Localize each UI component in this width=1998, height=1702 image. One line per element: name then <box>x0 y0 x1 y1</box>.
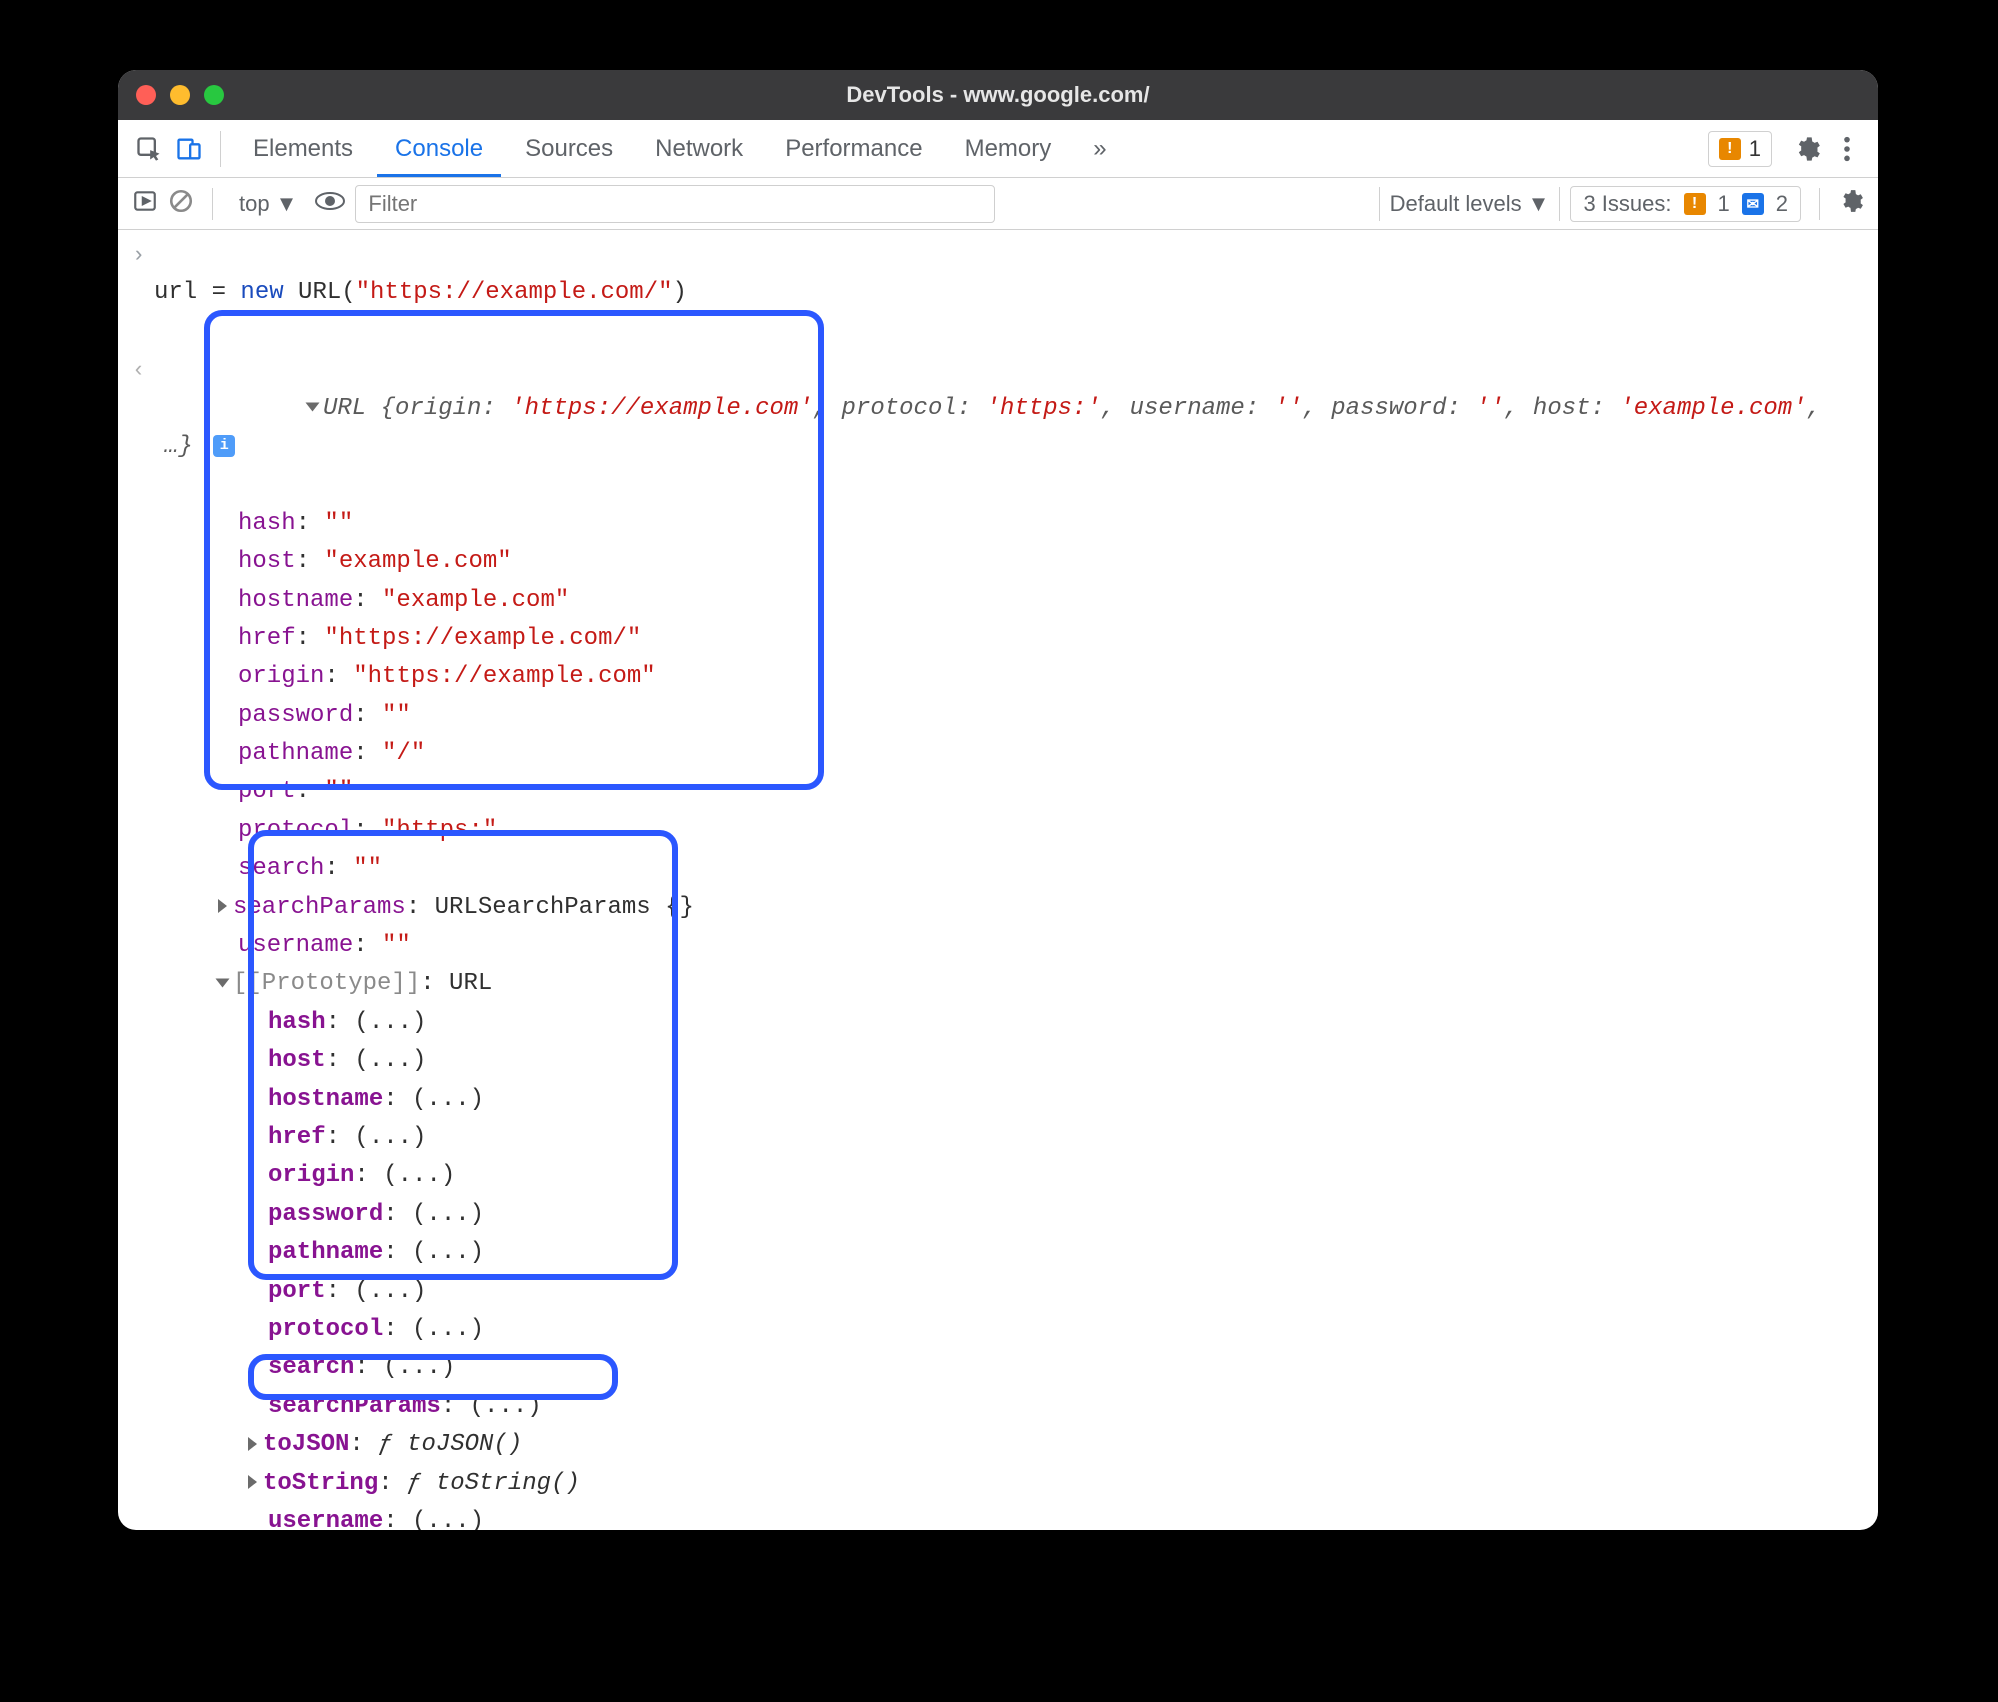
proto-prop-searchParams[interactable]: searchParams: (...) <box>268 1388 1878 1426</box>
tab-network[interactable]: Network <box>637 121 761 177</box>
tab-console[interactable]: Console <box>377 121 501 177</box>
keyword-new: new <box>240 279 283 306</box>
panel-tabs: Elements Console Sources Network Perform… <box>118 120 1878 178</box>
prop-pathname: pathname: "/" <box>238 735 1878 773</box>
issues-info-count: 2 <box>1776 191 1788 217</box>
expand-icon[interactable] <box>248 1475 257 1489</box>
warning-icon: ! <box>1719 138 1741 160</box>
execution-context-select[interactable]: top ▼ <box>231 187 305 221</box>
prop-hostname: hostname: "example.com" <box>238 582 1878 620</box>
expand-icon[interactable] <box>306 403 320 412</box>
titlebar[interactable]: DevTools - www.google.com/ <box>118 70 1878 120</box>
minimize-window-button[interactable] <box>170 85 190 105</box>
devtools-window: DevTools - www.google.com/ Elements Cons… <box>118 70 1878 1530</box>
prop-username: username: "" <box>238 927 1878 965</box>
proto-method-toJSON[interactable]: toJSON: ƒ toJSON() <box>248 1426 1878 1464</box>
prototype-properties: hash: (...)host: (...)hostname: (...)hre… <box>268 1004 1878 1426</box>
prop-password: password: "" <box>238 697 1878 735</box>
issues-warn-count: 1 <box>1718 191 1730 217</box>
tab-elements[interactable]: Elements <box>235 121 371 177</box>
warn-count: 1 <box>1749 136 1761 162</box>
separator <box>220 131 221 167</box>
sidebar-toggle-icon[interactable] <box>132 188 158 220</box>
issues-label: 3 Issues: <box>1583 191 1671 217</box>
proto-prop-protocol[interactable]: protocol: (...) <box>268 1311 1878 1349</box>
tabs-overflow[interactable]: » <box>1075 121 1122 177</box>
proto-prop-host[interactable]: host: (...) <box>268 1042 1878 1080</box>
gear-icon[interactable] <box>1838 188 1864 220</box>
traffic-lights <box>136 85 224 105</box>
tab-sources[interactable]: Sources <box>507 121 631 177</box>
open-issues-badge[interactable]: ! 1 <box>1708 131 1772 167</box>
expand-icon[interactable] <box>216 979 230 988</box>
proto-prop-hostname[interactable]: hostname: (...) <box>268 1081 1878 1119</box>
proto-prop-username[interactable]: username: (...) <box>268 1503 1878 1530</box>
result-icon: ‹ <box>132 351 154 388</box>
prop-href: href: "https://example.com/" <box>238 620 1878 658</box>
levels-label: Default levels <box>1390 191 1522 217</box>
chevron-down-icon: ▼ <box>1528 191 1550 217</box>
gear-icon[interactable] <box>1790 132 1824 166</box>
console-toolbar: top ▼ Default levels ▼ 3 Issues: ! 1 ✉ 2 <box>118 178 1878 230</box>
prop-host: host: "example.com" <box>238 543 1878 581</box>
prop-protocol: protocol: "https:" <box>238 812 1878 850</box>
class-label: URL { <box>323 395 395 422</box>
expand-icon[interactable] <box>248 1437 257 1451</box>
warning-icon: ! <box>1684 193 1706 215</box>
console-input-line: › url = new URL("https://example.com/") <box>118 236 1878 351</box>
zoom-window-button[interactable] <box>204 85 224 105</box>
prototype-header[interactable]: [[Prototype]]: URL <box>218 965 1878 1003</box>
console-result-header[interactable]: ‹ URL {origin: 'https://example.com', pr… <box>118 351 1878 505</box>
issues-counter[interactable]: 3 Issues: ! 1 ✉ 2 <box>1570 186 1801 222</box>
tab-performance[interactable]: Performance <box>767 121 940 177</box>
proto-method-toString[interactable]: toString: ƒ toString() <box>248 1465 1878 1503</box>
prop-hash: hash: "" <box>238 505 1878 543</box>
close-window-button[interactable] <box>136 85 156 105</box>
kebab-icon[interactable] <box>1830 132 1864 166</box>
filter-input[interactable] <box>355 185 995 223</box>
prompt-icon: › <box>132 236 154 273</box>
live-expression-icon[interactable] <box>315 190 345 218</box>
proto-prop-href[interactable]: href: (...) <box>268 1119 1878 1157</box>
clear-console-icon[interactable] <box>168 188 194 220</box>
proto-prop-password[interactable]: password: (...) <box>268 1196 1878 1234</box>
info-icon: ✉ <box>1742 193 1764 215</box>
proto-prop-pathname[interactable]: pathname: (...) <box>268 1234 1878 1272</box>
tab-memory[interactable]: Memory <box>947 121 1070 177</box>
class-name: URL( <box>284 279 356 306</box>
context-label: top <box>239 191 270 217</box>
inspect-icon[interactable] <box>132 132 166 166</box>
window-title: DevTools - www.google.com/ <box>118 82 1878 108</box>
prop-searchParams[interactable]: searchParams: URLSearchParams {} <box>218 889 1878 927</box>
log-levels-select[interactable]: Default levels ▼ <box>1379 187 1561 221</box>
expand-icon[interactable] <box>218 899 227 913</box>
proto-prop-port[interactable]: port: (...) <box>268 1273 1878 1311</box>
info-badge-icon[interactable]: i <box>213 435 235 457</box>
prop-search: search: "" <box>238 850 1878 888</box>
device-toolbar-icon[interactable] <box>172 132 206 166</box>
chevron-down-icon: ▼ <box>276 191 298 217</box>
paren-close: ) <box>673 279 687 306</box>
prop-origin: origin: "https://example.com" <box>238 658 1878 696</box>
string-literal: "https://example.com/" <box>356 279 673 306</box>
own-properties: hash: ""host: "example.com"hostname: "ex… <box>238 505 1878 889</box>
proto-prop-search[interactable]: search: (...) <box>268 1349 1878 1387</box>
proto-prop-origin[interactable]: origin: (...) <box>268 1157 1878 1195</box>
code-text: url = <box>154 279 240 306</box>
proto-prop-hash[interactable]: hash: (...) <box>268 1004 1878 1042</box>
console-output[interactable]: › url = new URL("https://example.com/") … <box>118 230 1878 1530</box>
prop-port: port: "" <box>238 773 1878 811</box>
